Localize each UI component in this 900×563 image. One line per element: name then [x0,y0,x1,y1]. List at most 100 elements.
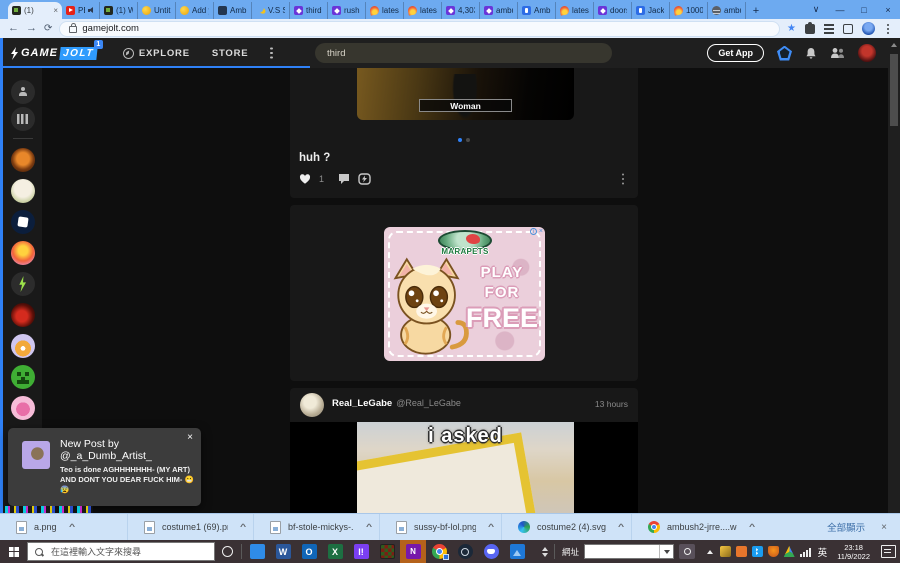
sidebar-avatar-orange-character[interactable] [10,148,35,172]
omnibox[interactable]: gamejolt.com [59,20,781,37]
get-app-button[interactable]: Get App [707,44,764,62]
comment-icon[interactable] [338,173,350,185]
download-caret-icon[interactable]: ^ [240,524,246,531]
quests-icon[interactable] [777,45,792,61]
browser-tab[interactable]: third [290,2,328,19]
sidebar-following-button[interactable] [10,80,35,104]
sidebar-avatar-creeper[interactable] [10,365,35,389]
maximize-button[interactable]: □ [852,0,876,19]
taskbar-app-game[interactable] [374,540,400,563]
tab-close-icon[interactable]: × [53,6,58,15]
download-item[interactable]: costume1 (69).png^ [128,514,254,540]
extension-window-icon[interactable] [843,23,853,34]
scroll-up-icon[interactable] [542,546,548,551]
extensions-icon[interactable] [805,21,815,34]
marapets-ad[interactable]: i × MARAPETS PLAY FOR FREE [384,227,545,361]
show-all-downloads-link[interactable]: 全部顯示 [827,520,865,534]
hidden-icons-arrow[interactable] [706,549,713,554]
image-caption-label[interactable]: Woman [419,99,512,112]
cortana-button[interactable] [215,546,239,557]
notification-toast[interactable]: × New Post by @_a_Dumb_Artist_ Teo is do… [8,428,201,506]
site-search-input[interactable] [315,43,612,63]
scroll-up-arrow[interactable] [891,43,897,47]
network-signal-icon[interactable] [799,547,811,557]
bookmark-star-icon[interactable]: ★ [787,23,796,34]
browser-tab[interactable]: latest [556,2,594,19]
ime-indicator[interactable]: 英 [818,545,828,559]
browser-tab[interactable]: Untitl [138,2,176,19]
taskbar-app-word[interactable]: W [270,540,296,563]
friends-icon[interactable] [830,47,845,59]
taskbar-app-discord[interactable] [478,540,504,563]
download-caret-icon[interactable]: ^ [749,524,755,531]
url-text[interactable]: gamejolt.com [82,23,139,34]
taskbar-app-store[interactable] [244,540,270,563]
post-media-image[interactable]: i asked [290,422,638,513]
address-go-button[interactable] [679,544,696,559]
taskbar-app-outlook[interactable]: O [296,540,322,563]
sidebar-avatar-orange-cat[interactable] [10,334,35,358]
download-item[interactable]: bf-stole-mickys-....png^ [254,514,380,540]
forward-icon[interactable]: → [26,23,37,34]
browser-tab[interactable]: ambu [480,2,518,19]
browser-menu-icon[interactable] [887,27,889,30]
download-item[interactable]: costume2 (4).svg ^ [502,514,632,540]
carousel-dot[interactable] [466,138,470,142]
gamejolt-logo[interactable]: GAME JOLT 1 [10,39,103,60]
user-avatar[interactable] [858,44,876,62]
download-item[interactable]: ambush2-jrre....webp^ [632,514,762,540]
sidebar-avatar-baldi[interactable] [10,179,35,203]
browser-tab[interactable]: 4,303 [442,2,480,19]
download-caret-icon[interactable]: ^ [618,524,624,531]
back-icon[interactable]: ← [8,23,19,34]
downloads-close-icon[interactable]: × [881,522,887,533]
post-author-avatar[interactable] [300,393,324,417]
sidebar-library-button[interactable] [10,107,35,131]
browser-tab[interactable]: latest [366,2,404,19]
sidebar-avatar-lightning[interactable] [10,272,35,296]
nav-more-icon[interactable] [270,51,273,55]
taskbar-scroll-arrows[interactable] [542,546,548,557]
browser-tab[interactable]: V.S S [252,2,290,19]
scroll-down-icon[interactable] [542,552,548,557]
bluetooth-icon[interactable] [751,546,763,557]
browser-profile-avatar[interactable] [862,22,875,35]
browser-tab[interactable]: ambu [708,2,746,19]
taskbar-app-photos[interactable] [504,540,530,563]
adchoices-close-icon[interactable]: × [539,228,543,235]
taskbar-search-box[interactable] [27,542,215,561]
browser-tab[interactable]: (1) Wi [100,2,138,19]
post-author-name[interactable]: Real_LeGabe @Real_LeGabe [332,398,461,409]
like-heart-icon[interactable] [299,173,311,185]
sidebar-avatar-fire-character[interactable] [10,241,35,265]
browser-tab[interactable]: Jack [632,2,670,19]
tray-orange-icon[interactable] [735,546,747,557]
browser-tab[interactable]: doors [594,2,632,19]
scrollbar-thumb[interactable] [890,54,898,126]
carousel-dot-active[interactable] [458,138,462,142]
tray-drive-icon[interactable] [783,546,795,557]
nav-store[interactable]: STORE [212,48,249,59]
download-item[interactable]: sussy-bf-lol.png ^ [380,514,502,540]
browser-tab[interactable]: latest [404,2,442,19]
tab-audio-icon[interactable] [88,7,95,14]
post-media-image[interactable]: Woman [357,68,574,120]
nav-explore[interactable]: EXPLORE [122,47,190,59]
tab-search-icon[interactable]: ∨ [804,0,828,19]
tray-antivirus-icon[interactable] [767,546,779,557]
reading-list-icon[interactable] [824,23,834,34]
download-caret-icon[interactable]: ^ [69,524,75,531]
sidebar-avatar-demon[interactable] [10,303,35,327]
browser-tab[interactable]: PE [62,2,100,19]
minimize-button[interactable]: — [828,0,852,19]
sidebar-avatar-roblox[interactable] [10,210,35,234]
taskbar-app-steam[interactable] [452,540,478,563]
browser-tab[interactable]: Add y [176,2,214,19]
bell-icon[interactable] [805,47,817,60]
download-caret-icon[interactable]: ^ [366,524,372,531]
start-button[interactable] [0,540,27,563]
new-tab-button[interactable]: + [746,2,766,19]
action-center-icon[interactable] [881,545,896,558]
page-scrollbar[interactable] [888,38,900,513]
combo-dropdown-icon[interactable] [659,545,673,558]
